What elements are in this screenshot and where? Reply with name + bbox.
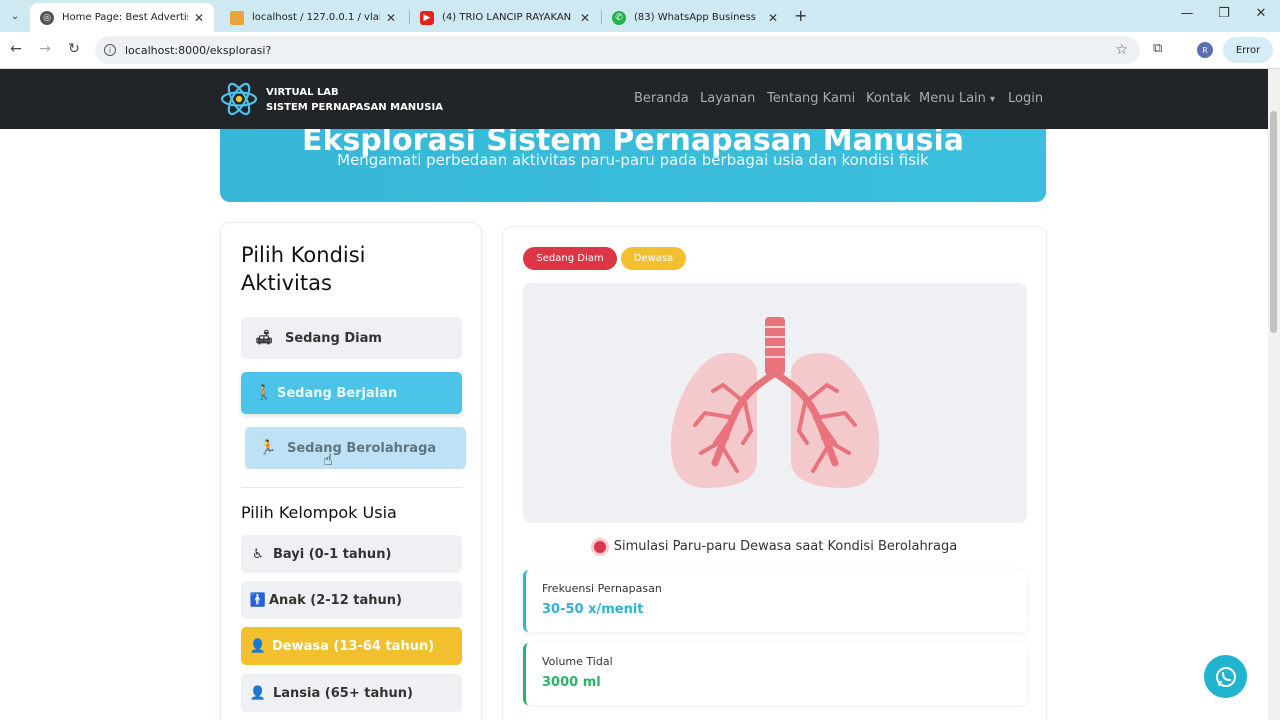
activity-label: Sedang Berolahraga [287, 440, 437, 456]
age-label: Lansia (65+ tahun) [273, 685, 413, 701]
selection-panel: Pilih Kondisi Aktivitas 🛋 Sedang Diam 🚶 … [220, 222, 482, 720]
page-viewport: Eksplorasi Sistem Pernapasan Manusia Men… [0, 69, 1268, 720]
nav-dropdown-label: Menu Lain [919, 91, 986, 106]
badge-age: Dewasa [621, 247, 686, 270]
address-text[interactable]: localhost:8000/eksplorasi? [125, 44, 1115, 57]
error-button[interactable]: Error [1223, 37, 1273, 63]
youtube-icon: ▶ [420, 10, 434, 25]
whatsapp-icon [1215, 666, 1236, 687]
child-icon: 🚹 [249, 592, 267, 608]
browser-tab-4[interactable]: ✆ (83) WhatsApp Business ✕ [602, 3, 788, 32]
simulation-caption: Simulasi Paru-paru Dewasa saat Kondisi B… [503, 539, 1048, 554]
forward-icon[interactable]: → [35, 41, 55, 57]
activity-button-berjalan[interactable]: 🚶 Sedang Berjalan [241, 372, 462, 414]
browser-tab-2[interactable]: localhost / 127.0.0.1 / vlabo / ta ✕ [220, 3, 406, 32]
atom-logo-icon[interactable] [220, 81, 258, 117]
nav-link-login[interactable]: Login [1008, 91, 1043, 106]
scrollbar-thumb[interactable] [1270, 111, 1277, 333]
close-tab-icon[interactable]: ✕ [580, 11, 590, 25]
browser-tab-1[interactable]: ◎ Home Page: Best Advertising ✕ [30, 3, 214, 32]
lung-visual-container [523, 283, 1027, 523]
hero-subtitle: Mengamati perbedaan aktivitas paru-paru … [337, 151, 929, 169]
divider [241, 487, 462, 488]
age-heading: Pilih Kelompok Usia [241, 503, 397, 522]
activity-label: Sedang Diam [285, 330, 382, 346]
reload-icon[interactable]: ↻ [64, 41, 84, 57]
brand-line-2: SISTEM PERNAPASAN MANUSIA [266, 102, 443, 113]
profile-avatar[interactable]: R [1197, 42, 1213, 58]
close-tab-icon[interactable]: ✕ [768, 11, 778, 25]
badge-activity: Sedang Diam [523, 247, 617, 270]
browser-toolbar: ← → ↻ i localhost:8000/eksplorasi? ☆ ⧉ R… [0, 32, 1280, 69]
site-info-icon[interactable]: i [104, 44, 116, 56]
browser-tab-3[interactable]: ▶ (4) TRIO LANCIP RAYAKAN ANI ✕ [410, 3, 600, 32]
phpmyadmin-icon [230, 10, 244, 25]
lungs-illustration [670, 317, 880, 488]
age-label: Anak (2-12 tahun) [269, 592, 402, 608]
nav-link-tentang-kami[interactable]: Tentang Kami [767, 91, 855, 106]
page-scrollbar[interactable] [1268, 69, 1280, 720]
activity-heading: Pilih Kondisi Aktivitas [241, 243, 366, 295]
brand-line-1: VIRTUAL LAB [266, 87, 339, 98]
chevron-down-icon: ▾ [990, 94, 996, 105]
baby-icon: ♿ [252, 546, 264, 562]
whatsapp-icon: ✆ [612, 10, 626, 25]
hand-cursor-icon: ☝ [323, 450, 333, 469]
user-icon: 👤 [249, 638, 267, 654]
stat-card-frekuensi: Frekuensi Pernapasan 30-50 x/menit [523, 570, 1027, 632]
close-tab-icon[interactable]: ✕ [194, 11, 204, 25]
tab-search-icon[interactable]: ⌄ [6, 7, 24, 25]
close-tab-icon[interactable]: ✕ [386, 11, 396, 25]
stat-label: Frekuensi Pernapasan [542, 582, 662, 595]
walking-icon: 🚶 [255, 385, 273, 401]
tab-title: localhost / 127.0.0.1 / vlabo / ta [252, 12, 380, 23]
back-icon[interactable]: ← [6, 41, 26, 57]
globe-icon: ◎ [40, 10, 54, 25]
browser-tab-bar: ⌄ ◎ Home Page: Best Advertising ✕ localh… [0, 0, 1280, 32]
extensions-icon[interactable]: ⧉ [1153, 41, 1162, 56]
nav-link-layanan[interactable]: Layanan [700, 91, 755, 106]
stat-label: Volume Tidal [542, 655, 613, 668]
simulation-panel: Sedang Diam Dewasa Simulasi Paru-paru De… [502, 226, 1047, 720]
user-icon: 👤 [249, 685, 267, 701]
nav-dropdown-menu-lain[interactable]: Menu Lain ▾ [919, 91, 995, 106]
site-navbar: VIRTUAL LAB SISTEM PERNAPASAN MANUSIA Be… [0, 69, 1268, 129]
stat-value: 30-50 x/menit [542, 602, 644, 617]
activity-button-berolahraga[interactable]: 🏃 Sedang Berolahraga [245, 427, 466, 469]
simulation-text: Simulasi Paru-paru Dewasa saat Kondisi B… [613, 539, 958, 554]
age-label: Bayi (0-1 tahun) [273, 546, 392, 562]
bookmark-star-icon[interactable]: ☆ [1115, 42, 1128, 58]
new-tab-icon[interactable]: + [794, 6, 807, 25]
running-icon: 🏃 [259, 440, 277, 456]
status-dot-icon [593, 540, 606, 553]
minimize-icon[interactable]: — [1177, 6, 1197, 21]
nav-link-beranda[interactable]: Beranda [634, 91, 689, 106]
age-button-lansia[interactable]: 👤 Lansia (65+ tahun) [241, 674, 462, 712]
sofa-icon: 🛋 [255, 330, 273, 346]
stat-card-volume-tidal: Volume Tidal 3000 ml [523, 643, 1027, 705]
tab-title: (4) TRIO LANCIP RAYAKAN ANI [442, 12, 574, 23]
address-bar[interactable]: i localhost:8000/eksplorasi? ☆ [95, 36, 1140, 64]
whatsapp-chat-button[interactable] [1204, 655, 1247, 698]
age-button-dewasa[interactable]: 👤 Dewasa (13-64 tahun) [241, 627, 462, 665]
tab-title: Home Page: Best Advertising [62, 12, 188, 23]
age-label: Dewasa (13-64 tahun) [272, 638, 435, 654]
restore-icon[interactable]: ❐ [1214, 6, 1234, 21]
nav-link-kontak[interactable]: Kontak [866, 91, 911, 106]
stat-value: 3000 ml [542, 675, 601, 690]
activity-button-diam[interactable]: 🛋 Sedang Diam [241, 317, 462, 359]
brand-name[interactable]: VIRTUAL LAB SISTEM PERNAPASAN MANUSIA [266, 85, 443, 115]
age-button-anak[interactable]: 🚹 Anak (2-12 tahun) [241, 581, 462, 619]
close-window-icon[interactable]: ✕ [1251, 6, 1271, 21]
tab-title: (83) WhatsApp Business [634, 12, 757, 23]
activity-label: Sedang Berjalan [277, 385, 398, 401]
age-button-bayi[interactable]: ♿ Bayi (0-1 tahun) [241, 535, 462, 573]
